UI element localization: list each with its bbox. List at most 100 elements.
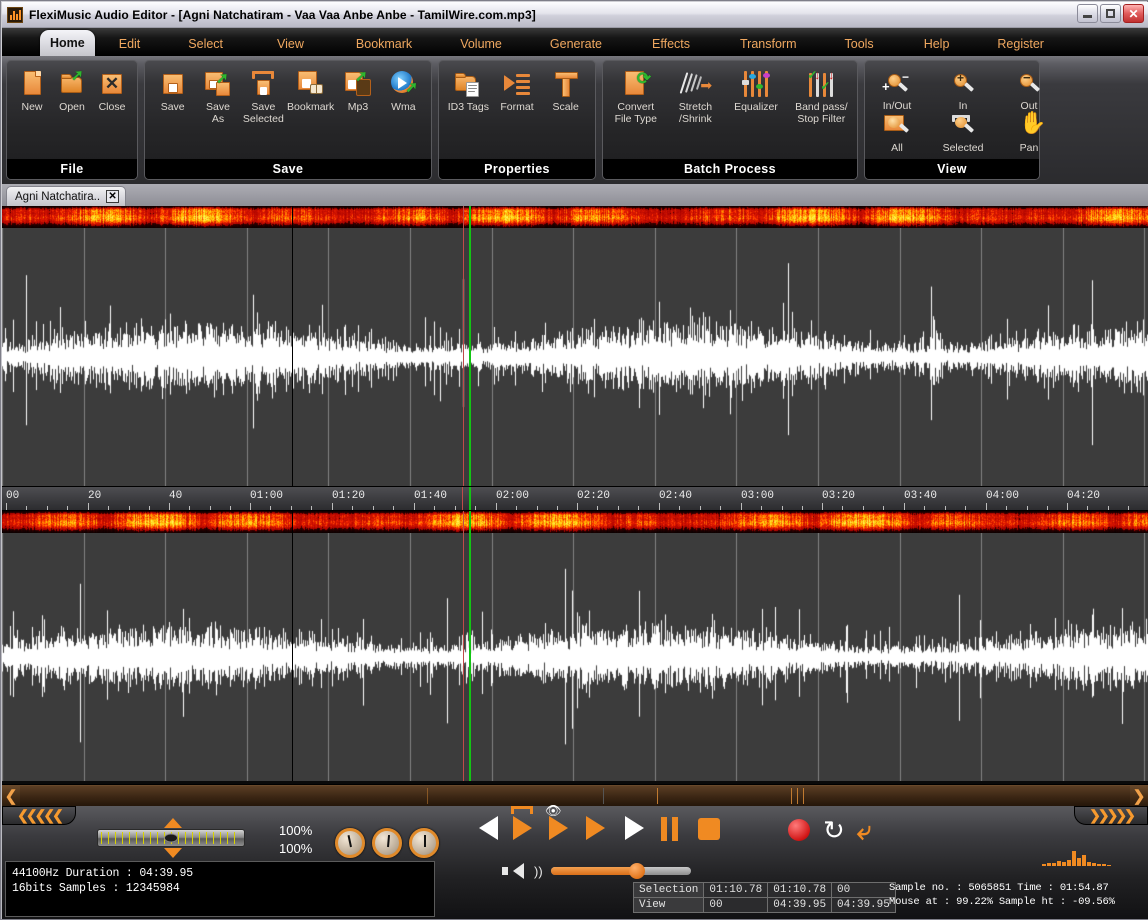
stop-button[interactable]	[698, 818, 720, 840]
waveform-area[interactable]: 00204001:0001:2001:4002:0002:2002:4003:0…	[2, 206, 1148, 784]
zoom-in-label: In	[959, 101, 968, 113]
volume-control[interactable]: ))	[513, 863, 691, 879]
mp3-button[interactable]: ➚ Mp3	[336, 69, 379, 114]
message-panel: Sample no. : 5065851 Time : 01:54.87 Mou…	[889, 881, 1115, 909]
waveform-canvas-left[interactable]	[2, 228, 1148, 486]
ruler-tick-label: 01:00	[250, 490, 283, 502]
ruler-tick-label: 04:00	[986, 490, 1019, 502]
convert-file-type-button[interactable]: ⟳ Convert File Type	[609, 69, 663, 125]
rewind-button[interactable]	[479, 816, 498, 840]
band-pass-filter-button[interactable]: ✓ ↓ ✓ ↓ Band pass/ Stop Filter	[792, 69, 851, 125]
tab-help[interactable]: Help	[914, 32, 960, 56]
minimize-button[interactable]	[1077, 4, 1098, 23]
tab-volume[interactable]: Volume	[450, 32, 512, 56]
tuner-knob[interactable]	[164, 834, 178, 843]
channel-left[interactable]	[2, 206, 1148, 486]
ribbon-group-view: − + In/Out + In	[864, 60, 1040, 180]
selection-row-label: Selection	[634, 883, 704, 898]
ribbon-group-save: Save ➚ Save As	[144, 60, 432, 180]
loop-button[interactable]: ↻	[823, 815, 845, 846]
new-button[interactable]: New	[13, 69, 51, 114]
selection-marker-right	[292, 511, 293, 781]
tab-tools[interactable]: Tools	[835, 32, 884, 56]
time-ruler[interactable]: 00204001:0001:2001:4002:0002:2002:4003:0…	[2, 486, 1148, 511]
ruler-tick-label: 01:40	[414, 490, 447, 502]
tab-edit[interactable]: Edit	[109, 32, 151, 56]
zoom-all-button[interactable]: All	[871, 114, 923, 155]
tab-effects[interactable]: Effects	[642, 32, 700, 56]
equalizer-button[interactable]: Equalizer	[728, 69, 783, 114]
tab-home[interactable]: Home	[40, 30, 95, 56]
play-button[interactable]	[625, 816, 644, 840]
tuner-down-arrow-icon[interactable]	[164, 848, 182, 858]
band-pass-filter-icon: ✓ ↓ ✓ ↓	[806, 69, 836, 99]
pan-label: Pan	[1020, 143, 1039, 155]
waveform-canvas-right[interactable]	[2, 533, 1148, 781]
spectrum-strip-left	[2, 206, 1148, 228]
pause-button[interactable]	[661, 817, 678, 841]
horizontal-scrollbar[interactable]: ❮ ❯	[2, 784, 1148, 806]
tab-bookmark[interactable]: Bookmark	[346, 32, 422, 56]
tab-view[interactable]: View	[267, 32, 314, 56]
ruler-tick-label: 01:20	[332, 490, 365, 502]
ribbon-group-file: New ➚ Open ✕ Close	[6, 60, 138, 180]
save-as-button[interactable]: ➚ Save As	[196, 69, 239, 125]
zoom-selected-button[interactable]: Selected	[937, 114, 989, 155]
repeat-button[interactable]: ⤶	[857, 815, 872, 847]
maximize-button[interactable]	[1100, 4, 1121, 23]
open-button[interactable]: ➚ Open	[53, 69, 91, 114]
ribbon-group-properties: ID3 Tags Format	[438, 60, 596, 180]
dial-2[interactable]	[372, 828, 402, 858]
close-button[interactable]: ✕	[1123, 4, 1144, 23]
record-button[interactable]	[788, 819, 810, 841]
preview-button[interactable]: 👁	[549, 816, 568, 840]
ribbon-tab-bar: Home Edit Select View Bookmark Volume Ge…	[2, 28, 1148, 56]
tuner-up-arrow-icon[interactable]	[164, 818, 182, 828]
file-info-line2: 16bits Samples : 12345984	[12, 881, 428, 896]
ruler-tick-label: 02:20	[577, 490, 610, 502]
save-as-label: Save As	[206, 102, 230, 125]
format-button[interactable]: Format	[494, 69, 541, 114]
dial-3[interactable]	[409, 828, 439, 858]
play-orange-button[interactable]	[586, 816, 605, 840]
collapse-right-icon[interactable]: ❯❯❯❯❯	[1074, 806, 1148, 825]
wma-button[interactable]: ➚ Wma	[382, 69, 425, 114]
spectrum-strip-right	[2, 511, 1148, 533]
collapse-left-icon[interactable]: ❮❮❮❮❮	[2, 806, 76, 825]
dial-1[interactable]	[335, 828, 365, 858]
pan-button[interactable]: ✋ Pan	[1003, 114, 1055, 155]
save-selected-button[interactable]: Save Selected	[242, 69, 285, 125]
channel-right[interactable]	[2, 511, 1148, 781]
speaker-icon	[513, 863, 524, 879]
tab-generate[interactable]: Generate	[540, 32, 612, 56]
zoom-in-button[interactable]: + In	[937, 72, 989, 113]
selection-marker-left	[292, 206, 293, 486]
document-tab-close-icon[interactable]: ✕	[106, 190, 119, 203]
stretch-shrink-button[interactable]: ➡ Stretch /Shrink	[671, 69, 721, 125]
title-bar: FlexiMusic Audio Editor - [Agni Natchati…	[2, 2, 1148, 28]
document-tab-label: Agni Natchatira..	[15, 191, 100, 203]
zoom-all-icon	[882, 114, 912, 140]
group-title-batch-process: Batch Process	[603, 159, 857, 179]
bookmark-save-button[interactable]: Bookmark	[287, 69, 334, 114]
scroll-left-icon[interactable]: ❮	[2, 786, 20, 806]
scale-button[interactable]: Scale	[542, 69, 589, 114]
close-file-button[interactable]: ✕ Close	[93, 69, 131, 114]
tab-select[interactable]: Select	[178, 32, 233, 56]
id3-tags-label: ID3 Tags	[448, 102, 489, 114]
play-selection-button[interactable]	[513, 816, 532, 840]
save-button[interactable]: Save	[151, 69, 194, 114]
ruler-tick-label: 03:00	[741, 490, 774, 502]
zoom-in-out-button[interactable]: − + In/Out	[871, 72, 923, 113]
speed-tuner-slider[interactable]	[97, 829, 245, 847]
message-line1: Sample no. : 5065851 Time : 01:54.87	[889, 881, 1115, 895]
document-tab[interactable]: Agni Natchatira.. ✕	[6, 186, 126, 206]
volume-knob[interactable]	[629, 863, 645, 879]
scroll-right-icon[interactable]: ❯	[1130, 786, 1148, 806]
tab-register[interactable]: Register	[987, 32, 1054, 56]
volume-slider-track[interactable]	[551, 867, 691, 875]
id3-tags-button[interactable]: ID3 Tags	[445, 69, 492, 114]
zoom-out-button[interactable]: − Out	[1003, 72, 1055, 113]
scrollbar-track[interactable]	[20, 786, 1130, 806]
tab-transform[interactable]: Transform	[730, 32, 807, 56]
